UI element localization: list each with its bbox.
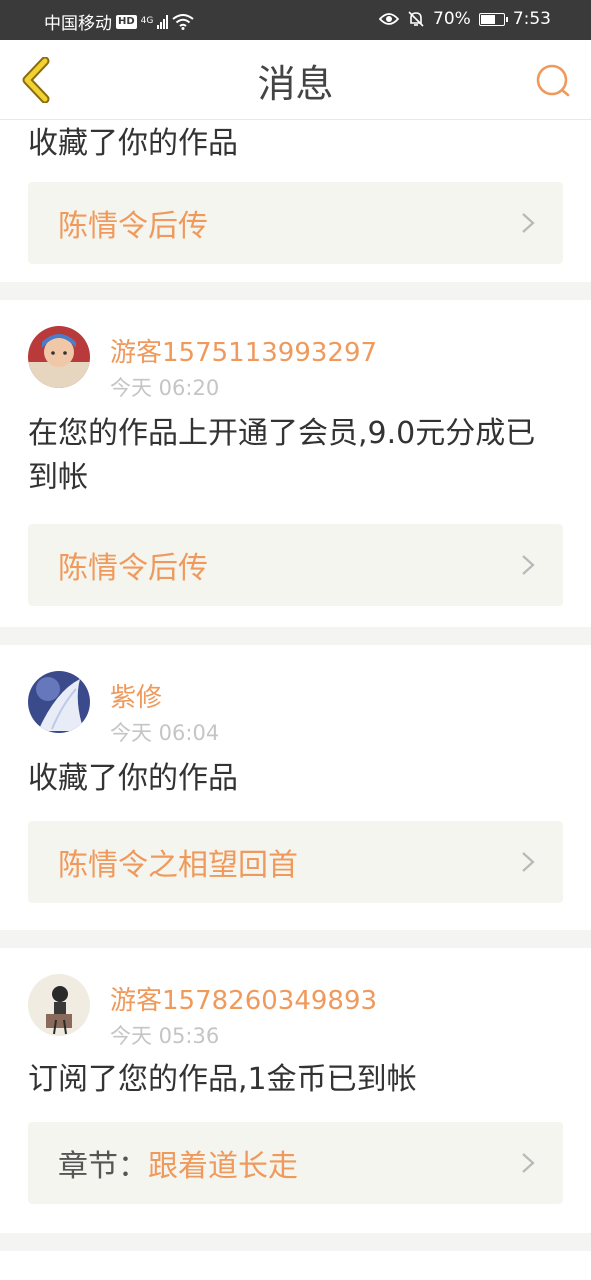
message-card: 收藏了你的作品 陈情令后传 [0, 120, 591, 282]
back-button[interactable] [14, 54, 58, 106]
work-title: 跟着道长走 [148, 1149, 298, 1184]
status-bar: 中国移动 HD 4G 70% 7:53 [0, 0, 591, 40]
page-title: 消息 [257, 61, 334, 106]
separator [0, 627, 591, 645]
message-card: 游客1578260349893 今天 05:36 订阅了您的作品,1金币已到帐 … [0, 948, 591, 1233]
work-title: 陈情令后传 [58, 209, 208, 244]
battery-icon [478, 12, 508, 26]
work-title: 陈情令之相望回首 [58, 848, 298, 883]
battery-percent: 70% [433, 9, 471, 29]
search-button[interactable] [531, 58, 577, 104]
hd-badge: HD [116, 14, 137, 29]
work-link[interactable]: 陈情令之相望回首 [28, 821, 563, 903]
separator [0, 1233, 591, 1251]
work-link[interactable]: 陈情令后传 [28, 182, 563, 264]
status-left: 中国移动 HD 4G [44, 9, 194, 34]
message-list: 收藏了你的作品 陈情令后传 游客1575113993297 今天 06:20 在… [0, 120, 591, 1251]
chapter-prefix: 章节： [58, 1149, 148, 1184]
eye-icon [379, 13, 400, 25]
message-time: 今天 05:36 [110, 1024, 220, 1048]
user-row: 游客1578260349893 今天 05:36 [28, 948, 563, 1054]
chevron-right-icon [522, 213, 535, 233]
message-time: 今天 06:04 [110, 721, 220, 745]
user-row: 游客1575113993297 今天 06:20 [28, 300, 563, 406]
status-right: 70% 7:53 [379, 9, 551, 29]
avatar[interactable] [28, 671, 90, 733]
user-name[interactable]: 紫修 [110, 677, 162, 714]
work-link[interactable]: 章节： 跟着道长走 [28, 1122, 563, 1204]
signal-icon [157, 14, 169, 29]
user-name[interactable]: 游客1578260349893 [110, 980, 377, 1017]
carrier-label: 中国移动 [44, 14, 112, 34]
message-card: 游客1575113993297 今天 06:20 在您的作品上开通了会员,9.0… [0, 300, 591, 627]
search-icon [536, 64, 570, 97]
clock: 7:53 [512, 9, 551, 29]
message-card: 紫修 今天 06:04 收藏了你的作品 陈情令之相望回首 [0, 645, 591, 930]
separator [0, 930, 591, 948]
chevron-right-icon [522, 555, 535, 575]
message-text: 在您的作品上开通了会员,9.0元分成已到帐 [28, 416, 536, 495]
message-text: 收藏了你的作品 [28, 126, 238, 161]
back-arrow-icon [22, 57, 50, 103]
user-row: 紫修 今天 06:04 [28, 645, 563, 751]
avatar[interactable] [28, 974, 90, 1036]
bell-mute-icon [408, 11, 424, 27]
wifi-icon [172, 13, 194, 30]
work-link[interactable]: 陈情令后传 [28, 524, 563, 606]
user-name[interactable]: 游客1575113993297 [110, 332, 377, 369]
message-text: 订阅了您的作品,1金币已到帐 [28, 1062, 417, 1097]
separator [0, 282, 591, 300]
network-type: 4G [140, 16, 154, 26]
message-time: 今天 06:20 [110, 376, 220, 400]
message-text: 收藏了你的作品 [28, 761, 238, 796]
chevron-right-icon [522, 1153, 535, 1173]
header: 消息 [0, 40, 591, 120]
avatar[interactable] [28, 326, 90, 388]
chevron-right-icon [522, 852, 535, 872]
work-title: 陈情令后传 [58, 551, 208, 586]
battery-fill [480, 14, 495, 24]
